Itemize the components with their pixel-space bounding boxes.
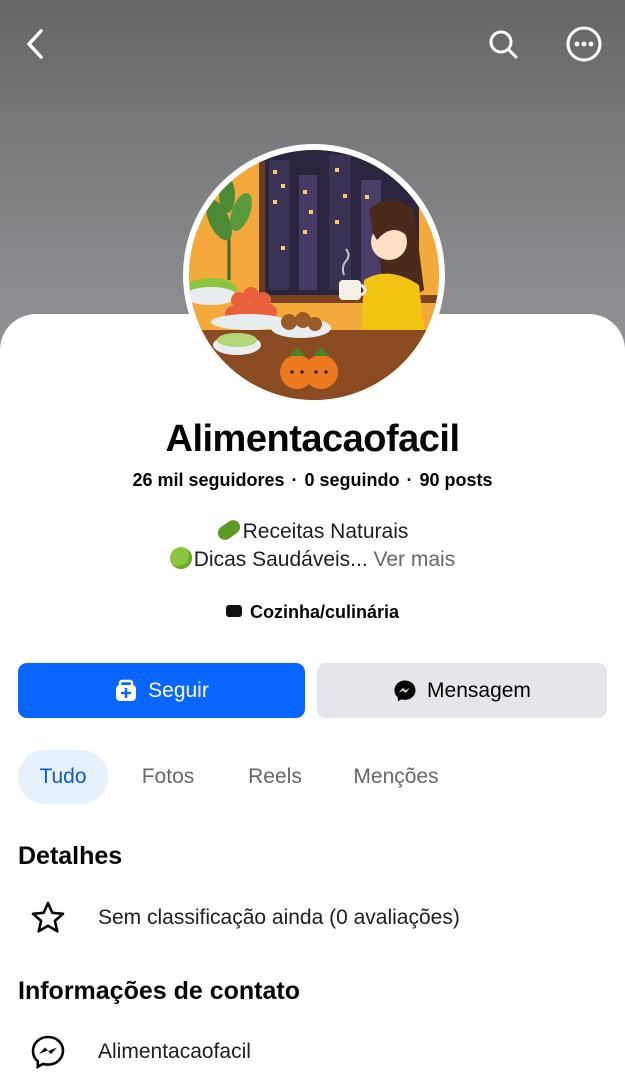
- contact-heading: Informações de contato: [18, 977, 300, 1005]
- following-count[interactable]: 0 seguindo: [305, 470, 400, 490]
- see-more-link[interactable]: Ver mais: [374, 548, 456, 571]
- chevron-left-icon: [27, 29, 43, 59]
- more-options-button[interactable]: [562, 22, 606, 66]
- star-icon: [31, 901, 65, 933]
- follow-label: Seguir: [148, 678, 209, 702]
- category-label: Cozinha/culinária: [249, 602, 400, 622]
- bio-text-1: Receitas Naturais: [242, 520, 409, 543]
- back-button[interactable]: [14, 22, 58, 66]
- search-button[interactable]: [481, 22, 525, 66]
- messenger-icon: [31, 1035, 65, 1070]
- profile-stats: 26 mil seguidores · 0 seguindo · 90 posts: [0, 470, 625, 491]
- avatar[interactable]: [183, 144, 445, 406]
- rating-text: Sem classificação ainda (0 avaliações): [98, 906, 460, 929]
- more-horizontal-icon: [566, 26, 602, 62]
- search-icon: [489, 30, 518, 59]
- green-apple-icon: [169, 547, 192, 570]
- messenger-icon: [393, 679, 417, 703]
- messenger-contact-name: Alimentacaofacil: [98, 1040, 251, 1063]
- avatar-image: [189, 150, 439, 400]
- message-button[interactable]: Mensagem: [317, 663, 607, 718]
- stats-separator: ·: [291, 470, 298, 490]
- category-icon: [225, 605, 242, 618]
- tab-photos[interactable]: Fotos: [120, 750, 216, 804]
- stats-separator: ·: [406, 470, 413, 490]
- bio-line-2: Dicas Saudáveis... Ver mais: [0, 546, 625, 574]
- top-bar: [0, 0, 625, 90]
- profile-bio: Receitas Naturais Dicas Saudáveis... Ver…: [0, 517, 625, 574]
- rating-row[interactable]: Sem classificação ainda (0 avaliações): [18, 900, 608, 940]
- bio-line-1: Receitas Naturais: [0, 517, 625, 546]
- details-heading: Detalhes: [18, 842, 123, 870]
- bio-text-2: Dicas Saudáveis...: [193, 548, 368, 571]
- followers-count[interactable]: 26 mil seguidores: [132, 470, 284, 490]
- messenger-contact-row[interactable]: Alimentacaofacil: [18, 1034, 608, 1074]
- follow-button[interactable]: Seguir: [18, 663, 305, 718]
- follow-icon: [114, 679, 138, 703]
- page-category: Cozinha/culinária: [0, 602, 625, 623]
- tab-all[interactable]: Tudo: [18, 750, 108, 804]
- tab-reels[interactable]: Reels: [228, 750, 322, 804]
- cucumber-icon: [214, 517, 243, 544]
- message-label: Mensagem: [427, 678, 531, 702]
- page-title: Alimentacaofacil: [165, 418, 461, 460]
- tab-mentions[interactable]: Menções: [336, 750, 456, 804]
- posts-count: 90 posts: [419, 470, 493, 490]
